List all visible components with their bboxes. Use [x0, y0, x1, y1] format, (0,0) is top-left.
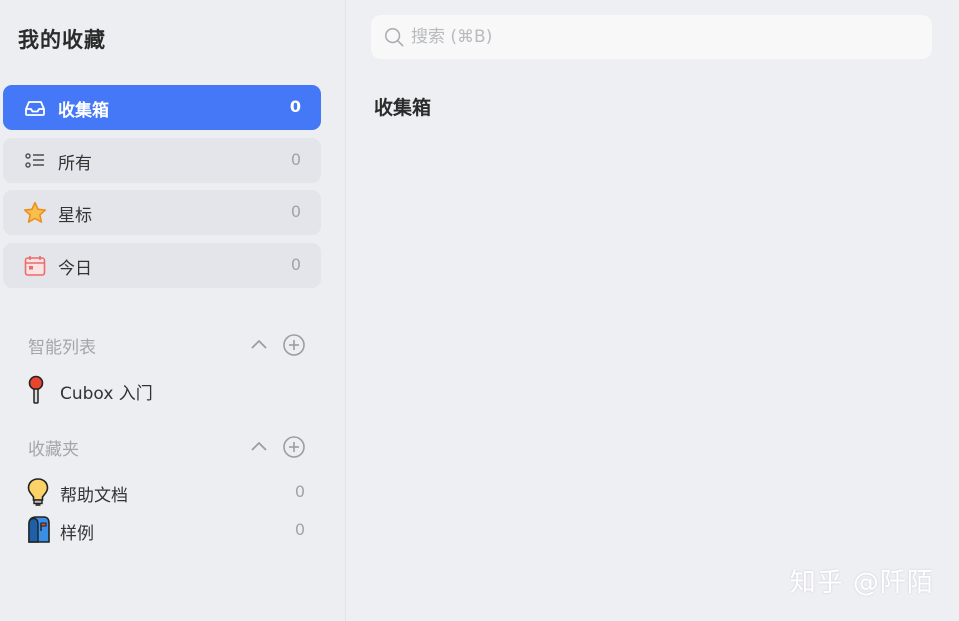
nav-item-starred[interactable]: 星标 0	[3, 190, 321, 235]
main-content: 收集箱 知乎 @阡陌	[346, 0, 959, 621]
nav-item-count: 0	[290, 202, 301, 221]
folder-label: 样例	[60, 524, 94, 544]
folders-heading: 收藏夹	[28, 440, 79, 460]
nav-item-label: 收集箱	[58, 101, 109, 121]
nav-item-all[interactable]: 所有 0	[3, 138, 321, 183]
collapse-smart-lists-chevron-up-icon[interactable]	[247, 333, 271, 357]
folder-count: 0	[294, 482, 305, 501]
search-icon	[384, 27, 404, 47]
add-folder-plus-icon[interactable]	[282, 435, 306, 459]
nav-item-count: 0	[289, 97, 301, 116]
nav-item-count: 0	[290, 150, 301, 169]
nav-item-count: 0	[290, 255, 301, 274]
add-smart-list-plus-icon[interactable]	[282, 333, 306, 357]
smart-list-label: Cubox 入门	[60, 384, 153, 404]
page-title: 收集箱	[374, 97, 432, 119]
lightbulb-icon	[25, 477, 51, 507]
nav-item-label: 今日	[58, 259, 92, 279]
star-icon	[23, 201, 47, 225]
smart-list-item-cubox-intro[interactable]: Cubox 入门	[25, 375, 315, 405]
collapse-folders-chevron-up-icon[interactable]	[247, 435, 271, 459]
calendar-icon	[23, 254, 47, 278]
list-icon	[23, 149, 47, 173]
watermark: 知乎 @阡陌	[789, 568, 934, 598]
sidebar: 我的收藏 收集箱 0 所有 0 星标 0 今日 0 智能列表 Cubox 入门 …	[0, 0, 346, 621]
folder-count: 0	[294, 520, 305, 539]
pushpin-icon	[25, 375, 51, 405]
folder-item-examples[interactable]: 样例 0	[25, 515, 315, 545]
mailbox-icon	[25, 515, 51, 545]
nav-item-today[interactable]: 今日 0	[3, 243, 321, 288]
sidebar-title: 我的收藏	[18, 28, 106, 52]
nav-item-label: 所有	[58, 154, 92, 174]
nav-item-label: 星标	[58, 206, 92, 226]
folder-label: 帮助文档	[60, 486, 128, 506]
search-bar[interactable]	[371, 15, 932, 59]
nav-item-inbox[interactable]: 收集箱 0	[3, 85, 321, 130]
smart-lists-heading: 智能列表	[28, 338, 96, 358]
app-window: 我的收藏 收集箱 0 所有 0 星标 0 今日 0 智能列表 Cubox 入门 …	[0, 0, 959, 621]
folder-item-help-docs[interactable]: 帮助文档 0	[25, 477, 315, 507]
search-input[interactable]	[411, 25, 911, 49]
inbox-icon	[23, 96, 47, 120]
